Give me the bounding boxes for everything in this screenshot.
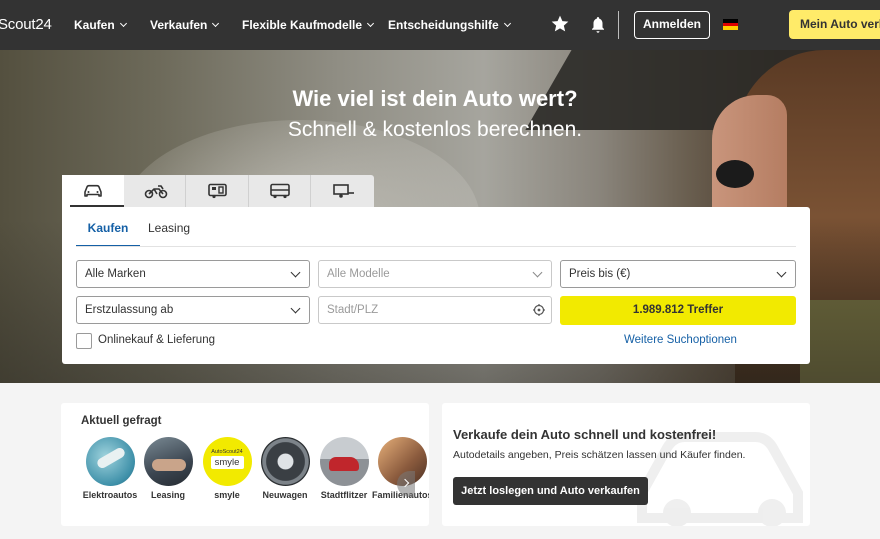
hero-sunglasses (716, 160, 754, 188)
chevron-down-icon (532, 267, 543, 278)
chevron-down-icon (290, 303, 301, 314)
registration-select-value: Erstzulassung ab (85, 304, 174, 316)
nav-flexible-kaufmodelle[interactable]: Flexible Kaufmodelle (242, 18, 375, 32)
nav-verkaufen[interactable]: Verkaufen (150, 18, 220, 32)
login-button[interactable]: Anmelden (634, 11, 710, 39)
flag-de-icon[interactable] (723, 19, 738, 30)
trailer-icon (333, 184, 354, 198)
chevron-down-icon (119, 19, 127, 28)
vehicle-tab-caravan[interactable] (187, 175, 249, 207)
model-select[interactable]: Alle Modelle (318, 260, 552, 288)
trending-label: Leasing (150, 490, 185, 500)
search-panel: Kaufen Leasing Alle Marken Alle Modelle … (62, 207, 810, 364)
caravan-icon (208, 183, 227, 199)
sell-card-description: Autodetails angeben, Preis schätzen lass… (453, 449, 746, 461)
trending-image: AutoScout24 smyle (202, 437, 252, 486)
vehicle-tab-motorcycle[interactable] (124, 175, 186, 207)
hero-title: Wie viel ist dein Auto wert? (292, 86, 578, 111)
vehicle-tab-trailer[interactable] (312, 175, 374, 207)
more-search-options-link[interactable]: Weitere Suchoptionen (624, 334, 737, 346)
trending-label: Stadtflitzer (320, 490, 368, 500)
hero-subtitle: Schnell & kostenlos berechnen. (287, 118, 583, 141)
trending-label: smyle (214, 490, 240, 500)
vehicle-tab-car[interactable] (62, 175, 124, 207)
header-divider (618, 11, 619, 39)
trending-label: Neuwagen (262, 490, 308, 500)
trending-label: Elektroautos (82, 490, 138, 500)
price-select-value: Preis bis (€) (569, 268, 631, 280)
online-purchase-label[interactable]: Onlinekauf & Lieferung (98, 334, 215, 346)
trending-card: Aktuell gefragt Elektroautos Leasing Aut… (61, 403, 429, 526)
nav-entscheidungshilfe[interactable]: Entscheidungshilfe (388, 18, 511, 32)
tab-kaufen[interactable]: Kaufen (76, 217, 140, 247)
trending-image (319, 437, 369, 486)
online-purchase-checkbox[interactable] (76, 333, 92, 349)
chevron-down-icon (366, 19, 375, 28)
car-outline-decoration (637, 432, 803, 526)
sell-card-title: Verkaufe dein Auto schnell und kostenfre… (453, 427, 717, 442)
logo[interactable]: Scout24 (0, 16, 52, 33)
car-icon (84, 184, 102, 197)
trending-item-neuwagen[interactable]: Neuwagen (255, 437, 315, 500)
chevron-down-icon (212, 19, 220, 28)
smyle-badge: smyle (210, 456, 244, 469)
trending-image (143, 437, 193, 486)
tabs-divider (76, 246, 796, 247)
trending-item-stadtflitzer[interactable]: Stadtflitzer (314, 437, 374, 500)
top-navigation-bar: Scout24 Kaufen Verkaufen Flexible Kaufmo… (0, 0, 880, 50)
trending-item-smyle[interactable]: AutoScout24 smyle smyle (197, 437, 257, 500)
smyle-badge-top: AutoScout24 (211, 449, 243, 455)
chevron-down-icon (503, 19, 511, 28)
chevron-down-icon (290, 267, 301, 278)
make-select-value: Alle Marken (85, 268, 146, 280)
sell-car-card: Verkaufe dein Auto schnell und kostenfre… (442, 403, 810, 526)
vehicle-type-tabs (62, 175, 374, 207)
nav-kaufen[interactable]: Kaufen (74, 18, 127, 32)
sell-car-button[interactable]: Mein Auto verkaufen (789, 10, 880, 39)
trending-item-elektroautos[interactable]: Elektroautos (80, 437, 140, 500)
motorcycle-icon (144, 185, 168, 199)
chevron-down-icon (776, 267, 787, 278)
chevron-right-icon (400, 478, 410, 488)
trending-item-leasing[interactable]: Leasing (138, 437, 198, 500)
trending-image (85, 437, 135, 486)
locate-icon[interactable] (533, 304, 545, 316)
price-select[interactable]: Preis bis (€) (560, 260, 796, 288)
transporter-icon (270, 183, 290, 199)
registration-select[interactable]: Erstzulassung ab (76, 296, 310, 324)
vehicle-tab-transporter[interactable] (249, 175, 311, 207)
star-icon[interactable] (550, 14, 570, 34)
tab-leasing[interactable]: Leasing (148, 217, 192, 239)
start-selling-button[interactable]: Jetzt loslegen und Auto verkaufen (453, 477, 648, 505)
trending-image (260, 437, 310, 486)
trending-title: Aktuell gefragt (81, 415, 162, 427)
make-select[interactable]: Alle Marken (76, 260, 310, 288)
model-select-value: Alle Modelle (327, 268, 390, 280)
show-results-button[interactable]: 1.989.812 Treffer (560, 296, 796, 325)
location-placeholder: Stadt/PLZ (327, 304, 379, 316)
location-input[interactable]: Stadt/PLZ (318, 296, 552, 324)
bell-icon[interactable] (589, 15, 607, 34)
